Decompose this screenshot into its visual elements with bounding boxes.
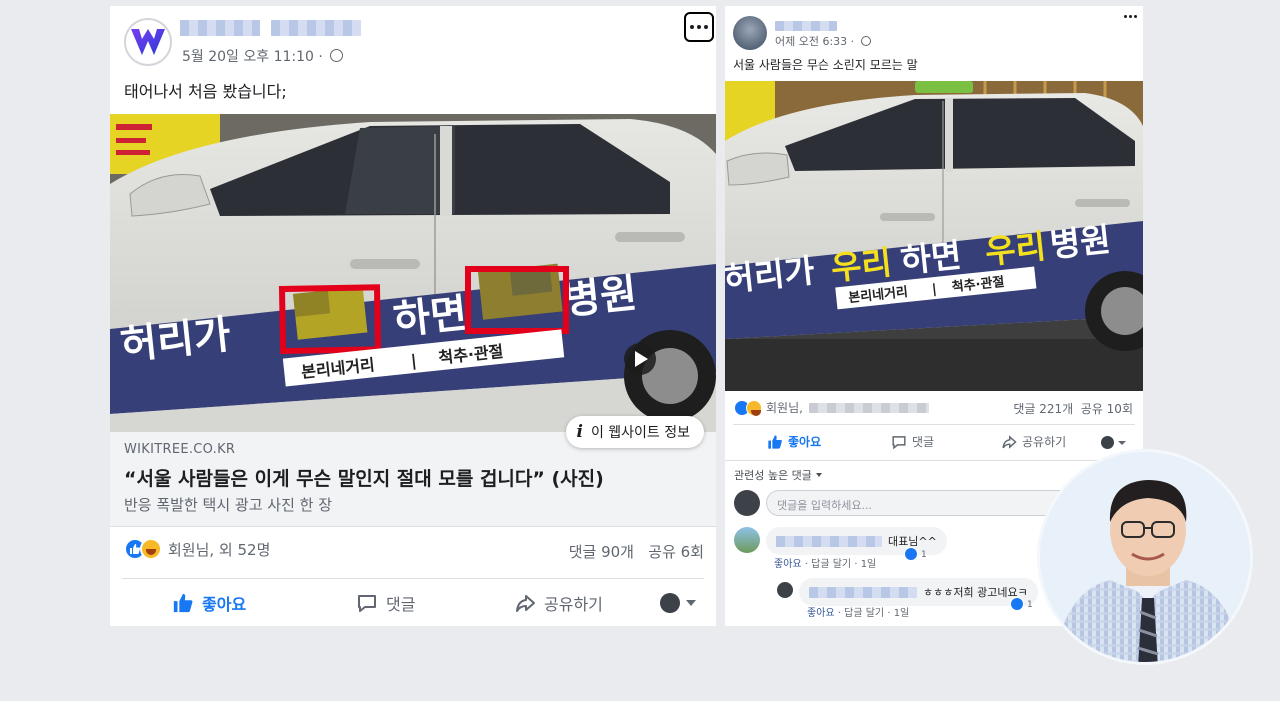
- divider: [122, 578, 704, 579]
- info-icon: i: [576, 422, 583, 442]
- comment-reply-link[interactable]: 답글 달기: [811, 559, 851, 570]
- commenter-name-redacted[interactable]: [776, 535, 882, 547]
- comment-bubble: 대표님^^: [766, 527, 947, 555]
- author-avatar[interactable]: [733, 16, 767, 50]
- link-domain: WIKITREE.CO.KR: [124, 442, 236, 457]
- chevron-down-icon: [1118, 440, 1126, 445]
- like-button[interactable]: 좋아요: [767, 433, 821, 450]
- like-reaction-icon: [1010, 597, 1024, 611]
- ad-slogan-suffix: 병원: [561, 271, 639, 324]
- author-name-redacted[interactable]: [180, 20, 362, 40]
- globe-icon: [860, 36, 871, 46]
- taxi-ad-photo: 허리가 우리 하면 우리 병원 본리네거리 | 척추·관절: [725, 81, 1143, 391]
- reply-like-link[interactable]: 좋아요: [807, 608, 835, 619]
- ad-slogan-mid: 하면: [899, 235, 963, 280]
- ad-slogan-word-1: 우리: [829, 243, 893, 288]
- comment-age[interactable]: 1일: [861, 559, 877, 570]
- more-options-button[interactable]: [684, 12, 714, 42]
- globe-icon: [330, 49, 344, 62]
- post-photo[interactable]: 허리가 우리 하면 우리 병원 본리네거리 | 척추·관절: [725, 81, 1143, 391]
- share-button[interactable]: 공유하기: [1001, 433, 1066, 450]
- thumbs-up-icon: [768, 434, 782, 449]
- ad-slogan-suffix: 병원: [1048, 220, 1112, 265]
- divider: [733, 424, 1135, 425]
- user-avatar: [734, 490, 760, 516]
- reaction-summary[interactable]: 회원님, 외 52명: [124, 538, 270, 560]
- divider: [725, 460, 1143, 461]
- user-avatar: [1101, 436, 1114, 449]
- post-as-selector[interactable]: [660, 593, 696, 613]
- ad-slogan-word-2: 우리: [983, 226, 1047, 271]
- share-icon: [516, 595, 535, 612]
- haha-reaction-icon: [140, 538, 162, 560]
- reply-like-count: 1: [1027, 600, 1033, 610]
- share-button[interactable]: 공유하기: [514, 591, 603, 615]
- more-options-button[interactable]: [1124, 15, 1137, 18]
- chevron-down-icon: [815, 473, 822, 477]
- comment-icon: [892, 435, 906, 449]
- post-photo[interactable]: 허리가 하면 병원 본리네거리 | 척추·관절: [110, 114, 716, 432]
- link-subtitle: 반응 폭발한 택시 광고 사진 한 장: [124, 496, 333, 514]
- website-info-button[interactable]: i 이 웹사이트 정보: [566, 416, 704, 448]
- post-as-selector[interactable]: [1101, 436, 1126, 449]
- page-avatar[interactable]: [124, 18, 172, 66]
- chevron-down-icon: [686, 600, 696, 606]
- post-timestamp[interactable]: 어제 오전 6:33 ·: [775, 33, 871, 49]
- share-icon: [1002, 434, 1017, 449]
- comment-input[interactable]: 댓글을 입력하세요...: [766, 490, 1086, 516]
- like-button[interactable]: 좋아요: [172, 591, 246, 615]
- replier-name-redacted[interactable]: [809, 586, 917, 598]
- user-avatar: [660, 593, 680, 613]
- reaction-summary[interactable]: 회원님,: [734, 399, 929, 416]
- ad-slogan-mid: 하면: [391, 291, 469, 344]
- like-reaction-icon: [904, 547, 918, 561]
- post-timestamp[interactable]: 5월 20일 오후 11:10 ·: [182, 46, 344, 66]
- comment-button[interactable]: 댓글: [356, 591, 415, 615]
- link-preview[interactable]: i 이 웹사이트 정보 WIKITREE.CO.KR “서울 사람들은 이게 무…: [110, 416, 716, 527]
- thumbs-up-icon: [173, 593, 193, 613]
- reply-avatar[interactable]: [777, 582, 793, 598]
- comment-button[interactable]: 댓글: [891, 433, 934, 450]
- comment-like-count: 1: [921, 550, 927, 560]
- names-redacted: [808, 402, 929, 413]
- comment-share-stats[interactable]: 댓글 221개 공유 10회: [1013, 400, 1133, 417]
- commenter-avatar[interactable]: [734, 527, 760, 553]
- comment-share-stats[interactable]: 댓글 90개 공유 6회: [569, 541, 704, 562]
- post-text: 태어나서 처음 봤습니다;: [124, 82, 287, 101]
- reply-bubble: ㅎㅎㅎ저희 광고네요ㅋ: [799, 578, 1038, 606]
- post-card-left: 5월 20일 오후 11:10 · 태어나서 처음 봤습니다; 허리가 하면 병…: [110, 6, 716, 626]
- presenter-photo: [1054, 480, 1242, 662]
- reply-reply-link[interactable]: 답글 달기: [844, 608, 884, 619]
- haha-reaction-icon: [746, 399, 762, 416]
- post-text: 서울 사람들은 무슨 소린지 모르는 말: [733, 58, 918, 72]
- taxi-ad-photo: 허리가 하면 병원 본리네거리 | 척추·관절: [110, 114, 716, 432]
- comment-icon: [358, 595, 376, 612]
- link-title[interactable]: “서울 사람들은 이게 무슨 말인지 절대 모를 겁니다” (사진): [124, 464, 604, 491]
- reply-age[interactable]: 1일: [894, 608, 910, 619]
- presenter-video-overlay: [1037, 449, 1253, 665]
- comment-like-link[interactable]: 좋아요: [774, 559, 802, 570]
- comment-sort-dropdown[interactable]: 관련성 높은 댓글: [734, 467, 822, 483]
- wikitree-logo-icon: [131, 29, 165, 55]
